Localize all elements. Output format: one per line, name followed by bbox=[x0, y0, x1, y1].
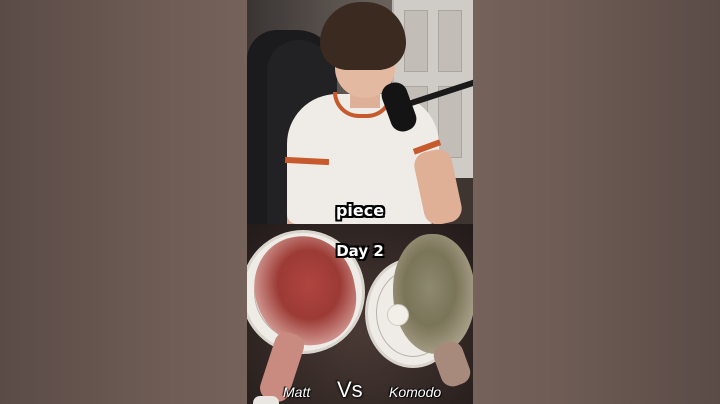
left-name-label: Matt bbox=[283, 384, 311, 400]
left-blurred-background bbox=[0, 0, 247, 404]
video-frame: piece Day 2 Matt Vs Komodo bbox=[247, 0, 473, 404]
streamer-scene: piece bbox=[247, 0, 473, 224]
moldy-steak-bone bbox=[430, 338, 473, 390]
corner-object bbox=[253, 396, 279, 404]
light-reflection bbox=[387, 304, 409, 326]
versus-label: Vs bbox=[337, 377, 363, 402]
right-name-label: Komodo bbox=[389, 384, 442, 400]
right-blurred-background bbox=[473, 0, 720, 404]
day-label: Day 2 bbox=[336, 242, 384, 260]
hair bbox=[320, 2, 406, 70]
subtitle-caption: piece bbox=[335, 201, 385, 220]
meat-comparison-scene: Day 2 Matt Vs Komodo bbox=[247, 224, 473, 404]
